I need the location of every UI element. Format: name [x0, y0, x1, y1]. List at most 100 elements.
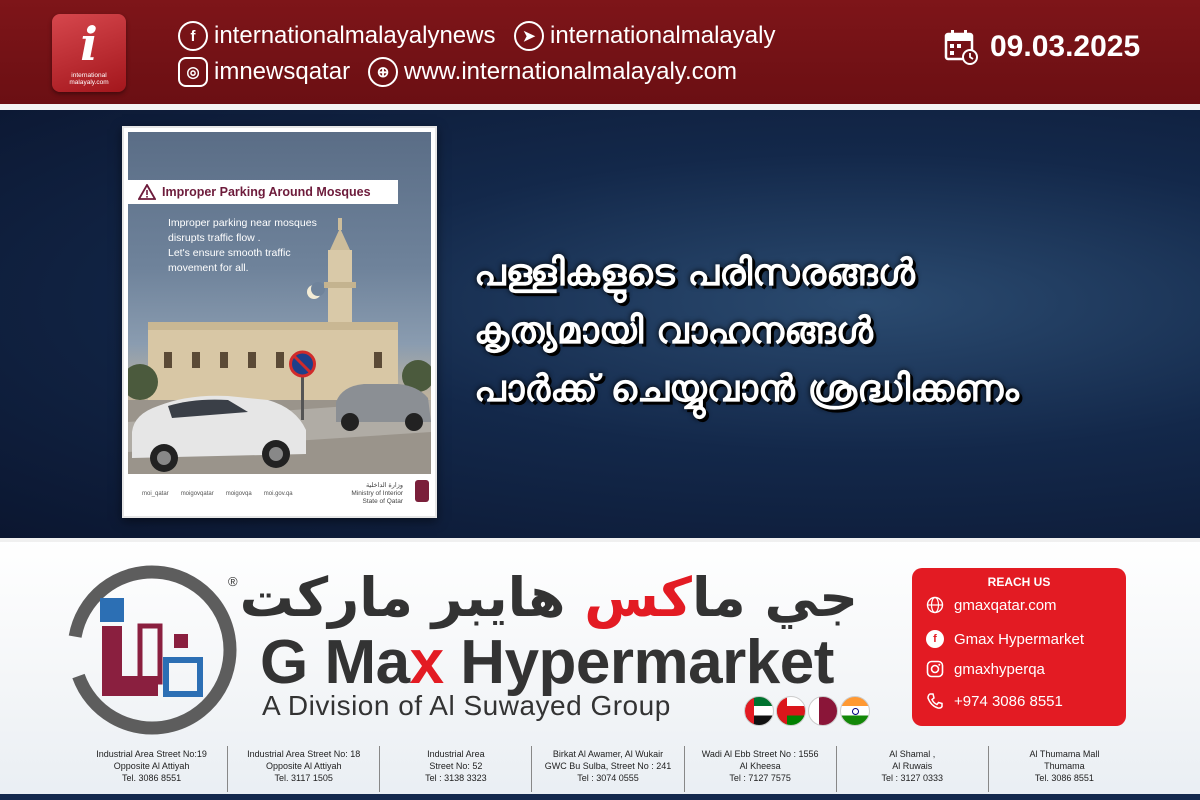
gmax-advertisement[interactable]: ® جي ماكس هايبر ماركت G Max Hypermarket … [0, 538, 1200, 800]
contact-phone-text: +974 3086 8551 [954, 692, 1063, 710]
header-bar: i international malayaly.com f internati… [0, 0, 1200, 104]
ministry-arabic: وزارة الداخلية [365, 482, 403, 489]
contact-instagram-text: gmaxhyperqa [954, 660, 1045, 678]
poster-body-line: disrupts traffic flow . [168, 232, 261, 244]
branch-item: Industrial Area Street No:19 Opposite Al … [76, 746, 229, 792]
contact-website-text: gmaxqatar.com [954, 596, 1057, 614]
poster-footer-web: moi.gov.qa [263, 491, 293, 497]
branch-phone: Tel. 3086 8551 [122, 773, 182, 783]
instagram-icon [926, 660, 944, 678]
logo-mark: i [80, 17, 98, 71]
branch-line: Opposite Al Attiyah [265, 761, 342, 771]
branch-line: Birkat Al Awamer, Al Wukair [552, 749, 664, 759]
branch-item: Al Shamal , Al Ruwais Tel : 3127 0333 [837, 746, 989, 792]
headline-line: കൃത്യമായി വാഹനങ്ങൾ [474, 309, 873, 352]
branch-phone: Tel. 3117 1505 [274, 773, 333, 783]
poster-title: Improper Parking Around Mosques [162, 185, 371, 199]
brand-arabic-part: جي ما [691, 566, 858, 629]
india-flag-icon [840, 696, 870, 726]
globe-icon [926, 596, 944, 614]
contact-instagram[interactable]: gmaxhyperqa [926, 660, 1045, 678]
registered-mark: ® [228, 574, 238, 589]
branch-line: Al Thumama Mall [1029, 749, 1100, 759]
branch-phone: Tel : 7127 7575 [729, 773, 791, 783]
poster-footer-youtube: moigovqa [225, 491, 252, 497]
poster-scene: Improper Parking Around Mosques Improper… [128, 132, 431, 474]
branch-phone: Tel. 3086 8551 [1034, 773, 1094, 783]
poster-title-banner: Improper Parking Around Mosques [128, 180, 398, 204]
contact-facebook-text: Gmax Hypermarket [954, 630, 1085, 648]
branch-phone: Tel : 3074 0555 [577, 773, 639, 783]
branch-line: Al Shamal , [889, 749, 936, 759]
branch-line: Wadi Al Ebb Street No : 1556 [701, 749, 819, 759]
uae-flag-icon [744, 696, 774, 726]
date-display: 09.03.2025 [944, 29, 1140, 65]
telegram-icon: ➤ [514, 21, 544, 51]
date-text: 09.03.2025 [990, 30, 1141, 63]
social-telegram-handle: internationalmalayaly [550, 22, 776, 49]
contact-facebook[interactable]: f Gmax Hypermarket [926, 630, 1084, 648]
poster-body-line: Let's ensure smooth traffic [168, 247, 291, 259]
site-logo[interactable]: i international malayaly.com [52, 14, 126, 92]
branch-phone: Tel : 3127 0333 [881, 773, 944, 783]
branch-line: Industrial Area Street No: 18 [247, 749, 361, 759]
contact-phone[interactable]: +974 3086 8551 [926, 692, 1063, 710]
branch-item: Industrial Area Street No: 52 Tel : 3138 3… [380, 746, 533, 792]
calendar-icon [944, 30, 978, 65]
brand-arabic-highlight: كس [584, 566, 692, 629]
country-flags [744, 696, 872, 726]
facebook-icon: f [178, 21, 208, 51]
brand-english-highlight: x [409, 628, 444, 697]
social-facebook-handle: internationalmalayalynews [214, 22, 496, 49]
headline-line: പാർക്ക് ചെയ്യുവാൻ ശ്രദ്ധിക്കണം [474, 367, 1019, 410]
oman-flag-icon [776, 696, 806, 726]
phone-icon [927, 693, 943, 709]
qatar-emblem-icon [415, 480, 429, 502]
brand-arabic-part: هايبر ماركت [239, 566, 585, 629]
reach-us-panel: REACH US gmaxqatar.com f Gmax Hypermarke… [912, 568, 1126, 726]
poster-body-line: movement for all. [168, 262, 249, 274]
news-area: Improper Parking Around Mosques Improper… [0, 110, 1200, 538]
branch-line: Al Ruwais [892, 761, 933, 771]
ministry-english: Ministry of Interior [351, 490, 403, 497]
poster-body-text: Improper parking near mosques disrupts t… [168, 216, 368, 276]
branch-line: Street No: 52 [429, 761, 483, 771]
branch-line: Opposite Al Attiyah [113, 761, 190, 771]
social-instagram-handle: imnewsqatar [214, 58, 351, 85]
branch-item: Al Thumama Mall Thumama Tel. 3086 8551 [989, 746, 1140, 792]
branch-line: Al Kheesa [739, 761, 781, 771]
social-facebook[interactable]: f internationalmalayalynews [178, 21, 495, 51]
poster-footer-facebook: moigovqatar [180, 491, 214, 497]
poster-footer-x: moi_qatar [142, 491, 169, 497]
branch-line: Thumama [1044, 761, 1085, 771]
logo-text: international malayaly.com [69, 72, 109, 86]
social-website[interactable]: ⊕ www.internationalmalayaly.com [368, 57, 737, 87]
social-instagram[interactable]: ◎ imnewsqatar [178, 57, 350, 87]
branch-item: Industrial Area Street No: 18 Opposite Al… [228, 746, 381, 792]
branch-line: Industrial Area [427, 749, 485, 759]
brand-english-part: G Ma [260, 628, 410, 697]
instagram-icon: ◎ [178, 57, 208, 87]
social-website-url: www.internationalmalayaly.com [404, 58, 738, 85]
branch-item: Wadi Al Ebb Street No : 1556 Al Kheesa Tel… [685, 746, 837, 792]
branch-line: Industrial Area Street No:19 [96, 749, 207, 759]
qatar-flag-icon [808, 696, 838, 726]
brand-english: G Max Hypermarket [260, 628, 834, 698]
news-poster-image[interactable]: Improper Parking Around Mosques Improper… [122, 126, 437, 518]
headline-line: പള്ളികളുടെ പരിസരങ്ങൾ [474, 251, 915, 294]
ministry-label: وزارة الداخلية Ministry of Interior Stat… [351, 482, 421, 506]
news-headline: പള്ളികളുടെ പരിസരങ്ങൾ കൃത്യമായി വാഹനങ്ങൾ … [474, 244, 1174, 418]
branch-list: Industrial Area Street No:19 Opposite Al … [76, 746, 1140, 792]
division-text: A Division of Al Suwayed Group [262, 690, 671, 721]
ad-top-divider [0, 538, 1200, 542]
branch-line: GWC Bu Sulba, Street No : 241 [544, 761, 672, 771]
contact-website[interactable]: gmaxqatar.com [926, 596, 1057, 614]
brand-english-part: Hypermarket [443, 628, 834, 697]
poster-body-line: Improper parking near mosques [168, 217, 317, 229]
web-icon: ⊕ [368, 57, 398, 87]
branch-item: Birkat Al Awamer, Al Wukair GWC Bu Sulba,… [532, 746, 685, 792]
warning-icon [138, 184, 156, 200]
social-telegram[interactable]: ➤ internationalmalayaly [514, 21, 775, 51]
reach-us-title: REACH US [987, 575, 1051, 589]
facebook-icon: f [926, 630, 944, 648]
